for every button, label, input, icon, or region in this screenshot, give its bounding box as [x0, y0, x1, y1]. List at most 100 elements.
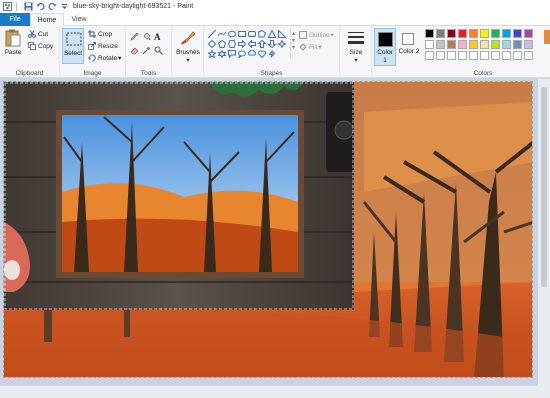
brushes-button[interactable]: Brushes ▾: [174, 28, 202, 64]
customize-quick-access-icon[interactable]: [60, 2, 69, 11]
palette-swatch[interactable]: [502, 29, 511, 38]
palette-swatch[interactable]: [469, 40, 478, 49]
palette-swatch[interactable]: [524, 29, 533, 38]
eraser-icon[interactable]: [130, 46, 142, 60]
size-button[interactable]: Size ▾: [344, 28, 368, 64]
resize-icon: [88, 42, 96, 50]
palette-swatch[interactable]: [436, 40, 445, 49]
select-label: Select: [63, 50, 83, 57]
right-triangle-shape-icon[interactable]: [277, 29, 287, 39]
five-point-star-shape-icon[interactable]: [207, 49, 217, 59]
outline-button[interactable]: Outline ▾: [299, 31, 334, 39]
up-arrow-shape-icon[interactable]: [257, 39, 267, 49]
heart-shape-icon[interactable]: [257, 49, 267, 59]
palette-swatch[interactable]: [458, 29, 467, 38]
palette-swatch[interactable]: [425, 29, 434, 38]
edit-colors-icon[interactable]: [544, 30, 550, 44]
palette-swatch[interactable]: [480, 51, 489, 60]
brushes-dropdown-icon[interactable]: ▾: [174, 56, 202, 64]
palette-swatch[interactable]: [458, 40, 467, 49]
lightning-shape-icon[interactable]: [267, 49, 277, 59]
undo-icon[interactable]: [36, 2, 45, 11]
copy-button[interactable]: Copy: [28, 42, 53, 50]
save-icon[interactable]: [24, 2, 33, 11]
crop-button[interactable]: Crop: [88, 30, 112, 38]
curve-shape-icon[interactable]: [217, 29, 227, 39]
copy-label: Copy: [38, 42, 54, 50]
palette-swatch[interactable]: [524, 51, 533, 60]
fill-button[interactable]: Fill ▾: [299, 43, 322, 51]
palette-swatch[interactable]: [480, 40, 489, 49]
horizontal-scrollbar[interactable]: [0, 386, 538, 398]
rectangular-callout-shape-icon[interactable]: [227, 49, 237, 59]
pentagon-shape-icon[interactable]: [217, 39, 227, 49]
window-title: blue-sky-bright-daylight-693521 - Paint: [73, 3, 194, 10]
palette-swatch[interactable]: [425, 51, 434, 60]
fill-bucket-icon[interactable]: [142, 32, 154, 46]
palette-swatch[interactable]: [491, 29, 500, 38]
rotate-icon: [88, 54, 96, 62]
tab-view[interactable]: View: [64, 13, 94, 26]
color1-button[interactable]: Color 1: [374, 28, 396, 66]
palette-swatch[interactable]: [469, 51, 478, 60]
diamond-shape-icon[interactable]: [207, 39, 217, 49]
shapes-group: ▴ ▾ ▾ Outline ▾ Fill ▾ Shapes: [204, 26, 340, 78]
drawing-canvas[interactable]: [3, 81, 533, 378]
palette-swatch[interactable]: [513, 29, 522, 38]
fill-icon: [299, 43, 307, 51]
palette-swatch[interactable]: [491, 40, 500, 49]
palette-swatch[interactable]: [447, 29, 456, 38]
palette-swatch[interactable]: [513, 40, 522, 49]
tools-group-label: Tools: [140, 70, 157, 77]
palette-swatch[interactable]: [447, 40, 456, 49]
rounded-rectangle-shape-icon[interactable]: [247, 29, 257, 39]
paste-button[interactable]: Paste: [2, 28, 24, 56]
palette-swatch[interactable]: [425, 40, 434, 49]
crop-label: Crop: [98, 30, 113, 38]
color1-label: Color 1: [377, 49, 393, 64]
rotate-dropdown-icon[interactable]: ▾: [118, 54, 121, 62]
vertical-scrollbar[interactable]: [538, 79, 550, 398]
palette-swatch[interactable]: [447, 51, 456, 60]
resize-button[interactable]: Resize: [88, 42, 118, 50]
rotate-button[interactable]: Rotate ▾: [88, 54, 121, 62]
cloud-callout-shape-icon[interactable]: [247, 49, 257, 59]
rectangle-shape-icon[interactable]: [237, 29, 247, 39]
line-shape-icon[interactable]: [207, 29, 217, 39]
color-picker-icon[interactable]: [142, 46, 154, 60]
left-arrow-shape-icon[interactable]: [247, 39, 257, 49]
hexagon-shape-icon[interactable]: [227, 39, 237, 49]
palette-swatch[interactable]: [502, 51, 511, 60]
palette-swatch[interactable]: [524, 40, 533, 49]
color2-button[interactable]: Color 2: [398, 28, 420, 66]
pencil-icon[interactable]: [130, 32, 142, 46]
size-dropdown-icon[interactable]: ▾: [344, 56, 368, 64]
palette-swatch[interactable]: [480, 29, 489, 38]
four-point-star-shape-icon[interactable]: [277, 39, 287, 49]
triangle-shape-icon[interactable]: [267, 29, 277, 39]
right-arrow-shape-icon[interactable]: [237, 39, 247, 49]
polygon-shape-icon[interactable]: [257, 29, 267, 39]
palette-swatch[interactable]: [469, 29, 478, 38]
palette-swatch[interactable]: [491, 51, 500, 60]
redo-icon[interactable]: [48, 2, 57, 11]
down-arrow-shape-icon[interactable]: [267, 39, 277, 49]
palette-swatch[interactable]: [502, 40, 511, 49]
palette-swatch[interactable]: [436, 29, 445, 38]
palette-swatch[interactable]: [436, 51, 445, 60]
palette-swatch[interactable]: [513, 51, 522, 60]
tab-file[interactable]: File: [0, 13, 30, 26]
six-point-star-shape-icon[interactable]: [217, 49, 227, 59]
palette-swatch[interactable]: [458, 51, 467, 60]
outline-dropdown-icon: ▾: [330, 32, 334, 39]
outline-icon: [299, 31, 307, 39]
select-button[interactable]: Select: [62, 28, 84, 64]
magnifier-icon[interactable]: [154, 46, 166, 60]
cut-button[interactable]: Cut: [28, 30, 48, 38]
oval-callout-shape-icon[interactable]: [237, 49, 247, 59]
tab-home[interactable]: Home: [30, 13, 64, 27]
line-width-icon: [345, 28, 367, 48]
text-tool-icon[interactable]: A: [154, 32, 166, 46]
oval-shape-icon[interactable]: [227, 29, 237, 39]
shapes-scroll-icon[interactable]: ▴ ▾ ▾: [292, 30, 295, 51]
